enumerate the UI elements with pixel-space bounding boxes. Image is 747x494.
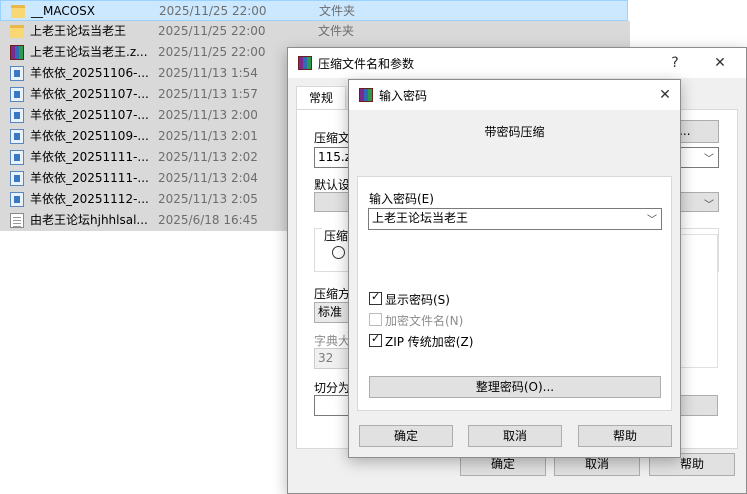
password-help-button[interactable]: 帮助 [578, 425, 672, 447]
method-label: 压缩方 [314, 287, 351, 301]
winrar-icon [298, 56, 312, 70]
file-date: 2025/11/13 2:04 [158, 171, 258, 185]
archive-name-label: 压缩文 [314, 131, 351, 145]
password-ok-button[interactable]: 确定 [359, 425, 453, 447]
rar-archive-icon [10, 45, 24, 60]
password-dialog-title: 输入密码 [379, 89, 428, 103]
image-file-icon [10, 108, 24, 123]
archive-help-label: 帮助 [679, 457, 704, 471]
encrypt-names-label: 加密文件名(N) [385, 314, 464, 328]
help-icon[interactable]: ? [663, 52, 687, 74]
image-file-icon [10, 129, 24, 144]
split-volumes-label: 切分为 [314, 381, 351, 395]
file-row[interactable]: 上老王论坛当老王 2025/11/25 22:00 文件夹 [0, 21, 630, 42]
file-name: 羊依依_20251107-... [30, 87, 149, 101]
file-date: 2025/11/13 2:00 [158, 108, 258, 122]
file-date: 2025/11/13 2:05 [158, 192, 258, 206]
file-name: __MACOSX [31, 4, 96, 18]
options-box [680, 234, 718, 368]
folder-icon [11, 5, 25, 18]
file-name: 上老王论坛当老王.z... [30, 45, 148, 59]
file-date: 2025/11/25 22:00 [159, 4, 267, 18]
password-help-label: 帮助 [612, 429, 637, 443]
file-name: 羊依依_20251106-... [30, 66, 149, 80]
file-name: 羊依依_20251111-... [30, 150, 149, 164]
dictionary-value: 32 [318, 351, 334, 365]
file-name: 羊依依_20251111-... [30, 171, 149, 185]
password-label: 输入密码(E) [369, 192, 434, 206]
show-password-label: 显示密码(S) [385, 293, 450, 307]
file-name: 羊依依_20251112-... [30, 192, 149, 206]
password-dialog-heading: 带密码压缩 [484, 125, 545, 139]
winrar-icon [359, 88, 373, 102]
file-date: 2025/11/13 1:57 [158, 87, 258, 101]
image-file-icon [10, 150, 24, 165]
organize-passwords-label: 整理密码(O)... [475, 380, 555, 394]
image-file-icon [10, 66, 24, 81]
dictionary-label: 字典大 [314, 334, 351, 348]
file-name: 上老王论坛当老王 [30, 24, 127, 38]
file-date: 2025/6/18 16:45 [158, 213, 258, 227]
password-dialog: 输入密码 ✕ 带密码压缩 输入密码(E) 上老王论坛当老王 ﹀ 显示密码(S) … [348, 79, 681, 458]
encrypt-names-checkbox[interactable] [369, 313, 382, 326]
file-date: 2025/11/25 22:00 [158, 24, 266, 38]
show-password-checkbox[interactable] [369, 290, 382, 305]
zip-legacy-label: ZIP 传统加密(Z) [385, 335, 474, 349]
password-input[interactable]: 上老王论坛当老王 ﹀ [368, 208, 662, 230]
file-type: 文件夹 [318, 24, 355, 38]
image-file-icon [10, 192, 24, 207]
password-cancel-button[interactable]: 取消 [468, 425, 562, 447]
chevron-down-icon[interactable]: ﹀ [704, 150, 714, 169]
file-row[interactable]: __MACOSX 2025/11/25 22:00 文件夹 [0, 0, 628, 21]
set-password-button[interactable] [680, 395, 718, 416]
file-date: 2025/11/13 1:54 [158, 66, 258, 80]
close-icon[interactable]: ✕ [708, 52, 732, 74]
zip-legacy-checkbox[interactable] [369, 332, 382, 347]
image-file-icon [10, 171, 24, 186]
file-name: 羊依依_20251107-... [30, 108, 149, 122]
archive-dialog-title: 压缩文件名和参数 [318, 57, 415, 71]
tab-general-label: 常规 [308, 91, 333, 105]
file-date: 2025/11/13 2:01 [158, 129, 258, 143]
close-icon[interactable]: ✕ [653, 84, 677, 106]
password-value: 上老王论坛当老王 [372, 211, 469, 225]
chevron-down-icon: ﹀ [704, 200, 714, 211]
organize-passwords-button[interactable]: 整理密码(O)... [369, 376, 661, 398]
folder-icon [10, 25, 24, 38]
default-profile-label: 默认设 [314, 178, 351, 192]
format-radio[interactable] [332, 246, 345, 259]
file-date: 2025/11/13 2:02 [158, 150, 258, 164]
file-name: 羊依依_20251109-... [30, 129, 149, 143]
chevron-down-icon[interactable]: ﹀ [647, 211, 657, 230]
tab-general[interactable]: 常规 [296, 86, 346, 110]
password-ok-label: 确定 [393, 429, 418, 443]
method-value: 标准 [318, 305, 343, 319]
file-name: 由老王论坛hjhhlsal... [30, 213, 148, 227]
password-cancel-label: 取消 [502, 429, 527, 443]
archive-cancel-label: 取消 [584, 457, 609, 471]
image-file-icon [10, 87, 24, 102]
archive-ok-label: 确定 [490, 457, 515, 471]
file-date: 2025/11/25 22:00 [158, 45, 266, 59]
password-dialog-title-bar[interactable]: 输入密码 ✕ [349, 80, 680, 110]
file-type: 文件夹 [319, 4, 356, 18]
archive-dialog-title-bar[interactable]: 压缩文件名和参数 ? ✕ [288, 48, 746, 78]
text-file-icon [10, 213, 24, 228]
